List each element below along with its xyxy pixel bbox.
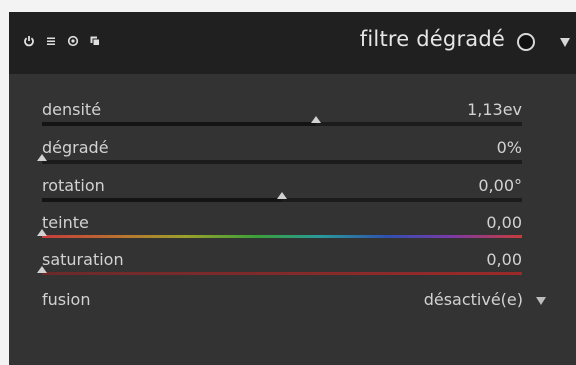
module-body: densité 1,13ev dégradé 0% rotation 0,00° (9, 74, 576, 365)
saturation-gradient-track[interactable] (42, 272, 522, 275)
reset-icon[interactable] (67, 35, 79, 47)
header-icon-group (23, 35, 101, 47)
slider-label: rotation (42, 176, 105, 195)
slider-label: densité (42, 100, 102, 119)
hue-gradient-track[interactable] (42, 235, 522, 238)
duplicate-icon[interactable] (89, 35, 101, 47)
power-icon[interactable] (23, 35, 35, 47)
fusion-combobox[interactable]: fusion désactivé(e) (42, 288, 552, 312)
slider-marker-icon[interactable] (310, 116, 321, 123)
slider-value: 0% (496, 138, 522, 157)
slider-label: dégradé (42, 138, 109, 157)
slider-fill (42, 122, 316, 126)
fusion-label: fusion (42, 290, 91, 309)
slider-teinte[interactable]: teinte 0,00 (37, 209, 522, 245)
slider-label: saturation (42, 250, 124, 269)
slider-track[interactable] (42, 160, 522, 164)
slider-marker-icon[interactable] (37, 154, 47, 161)
slider-value: 0,00° (478, 176, 522, 195)
slider-marker-icon[interactable] (37, 229, 47, 236)
dropdown-arrow-icon[interactable] (536, 297, 546, 305)
fusion-value: désactivé(e) (423, 290, 523, 309)
module-header: filtre dégradé (9, 12, 576, 74)
slider-value: 0,00 (486, 213, 522, 232)
module-title: filtre dégradé (359, 27, 505, 51)
slider-value: 0,00 (486, 250, 522, 269)
menu-icon[interactable] (45, 35, 57, 47)
slider-densite[interactable]: densité 1,13ev (42, 96, 522, 132)
slider-saturation[interactable]: saturation 0,00 (37, 246, 522, 282)
slider-fill (42, 198, 282, 202)
slider-value: 1,13ev (467, 100, 522, 119)
module-menu-arrow-icon[interactable] (560, 38, 570, 47)
slider-rotation[interactable]: rotation 0,00° (42, 172, 522, 208)
graduated-filter-module: filtre dégradé densité 1,13ev dégradé 0%… (9, 12, 576, 365)
slider-degrade[interactable]: dégradé 0% (37, 134, 522, 170)
presets-circle-icon[interactable] (517, 33, 535, 51)
slider-marker-icon[interactable] (277, 192, 287, 199)
slider-marker-icon[interactable] (37, 266, 47, 273)
slider-track[interactable] (42, 122, 522, 126)
slider-label: teinte (42, 213, 89, 232)
